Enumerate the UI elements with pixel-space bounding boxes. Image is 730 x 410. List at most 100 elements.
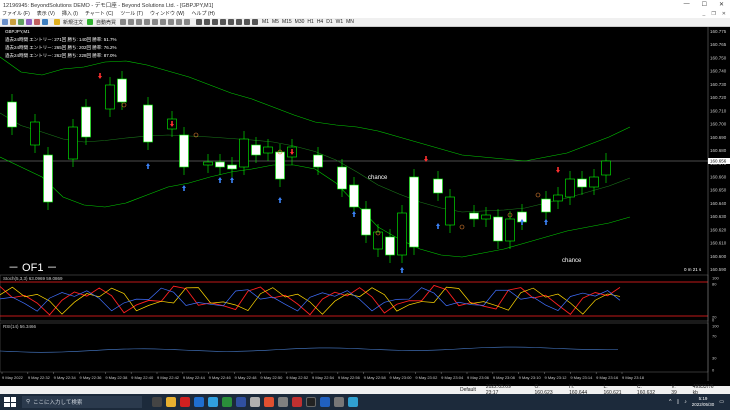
notification-icon[interactable]: ▭ [719,399,724,405]
buy-arrow-icon [146,163,150,169]
window-title: 12196945: BeyondSolutions DEMO - デモ口座 - … [3,2,214,9]
new-chart-icon[interactable] [2,19,8,25]
shift-icon[interactable] [176,19,183,25]
candle-body [493,216,503,242]
edge-icon[interactable] [208,397,218,407]
navigator-icon[interactable] [34,19,40,25]
price-chart[interactable]: 160.775 160.765 160.750 160.740 160.730 160.7… [0,27,730,381]
zoom-out-icon[interactable] [152,19,159,25]
chance-label: chance [562,258,582,264]
stochastic-subwindow[interactable] [0,274,709,322]
app-icon-red[interactable] [180,397,190,407]
app-icon-gray3[interactable] [334,397,344,407]
market-watch-icon[interactable] [18,19,24,25]
candle-body [68,126,78,160]
app-icon-gray2[interactable] [278,397,288,407]
timeframe-m1[interactable]: M1 [262,19,269,25]
main-chart-area[interactable] [0,56,708,273]
toolbar: 新規注文 自動売買 M1 M5 M15 M30 H1 H4 D1 W1 MN [0,18,730,27]
menu-insert[interactable]: 挿入 (I) [62,10,78,17]
buy-arrow-icon [400,267,405,273]
timeframe-m30[interactable]: M30 [295,19,305,25]
app-icon-red2[interactable] [292,397,302,407]
candle-chart-icon[interactable] [128,19,135,25]
timeframe-d1[interactable]: D1 [326,19,332,25]
time-label: 9 May 23:14 [570,375,593,380]
tray-chevron-icon[interactable]: ^ [669,399,671,405]
candle-body [589,176,599,188]
profiles-icon[interactable] [10,19,16,25]
auto-trade-button[interactable]: 自動売買 [96,19,116,26]
zoom-in-icon[interactable] [144,19,151,25]
menu-file[interactable]: ファイル (F) [2,10,30,17]
indicators-icon[interactable] [184,19,191,25]
menu-tools[interactable]: ツール (T) [120,10,143,17]
app-icon-blue[interactable] [194,397,204,407]
signal-dot-icon [121,102,127,108]
tile-icon[interactable] [160,19,167,25]
app-icon-green[interactable] [222,397,232,407]
candle-body [263,146,273,154]
crosshair-icon[interactable] [204,19,211,25]
bar-chart-icon[interactable] [120,19,127,25]
candle-body [337,166,347,190]
new-order-icon[interactable] [54,19,60,25]
windows-start-icon[interactable] [4,397,16,407]
menu-view[interactable]: 表示 (V) [37,10,55,17]
maximize-icon[interactable]: ☐ [702,1,707,8]
app-icon-navy[interactable] [236,397,246,407]
mt4-icon[interactable] [320,397,330,407]
task-view-icon[interactable] [152,397,162,407]
time-label: 9 May 22:58 [364,375,387,380]
cursor-icon[interactable] [196,19,203,25]
hline-icon[interactable] [220,19,227,25]
timeframe-m5[interactable]: M5 [272,19,279,25]
app-icon-dark[interactable] [306,397,316,407]
auto-trade-icon[interactable] [87,19,94,25]
rsi-subwindow[interactable] [0,322,709,373]
time-label: 9 May 23:18 [622,375,645,380]
candle-body [553,194,563,202]
autoscroll-icon[interactable] [168,19,175,25]
signal-dot-icon [535,192,541,198]
timeframe-h4[interactable]: H4 [317,19,323,25]
explorer-icon[interactable] [166,397,176,407]
data-window-icon[interactable] [26,19,32,25]
menu-help[interactable]: ヘルプ (H) [191,10,214,17]
line-chart-icon[interactable] [136,19,143,25]
timeframe-h1[interactable]: H1 [307,19,313,25]
network-icon[interactable]: ▯ [676,399,679,405]
child-restore-icon[interactable]: ❐ [711,11,715,17]
fibo-icon[interactable] [244,19,251,25]
status-profile: Default [460,387,476,393]
new-order-button[interactable]: 新規注文 [63,19,83,26]
taskbar-search[interactable]: ⚲ ここに入力して検索 [22,396,142,408]
channel-icon[interactable] [236,19,243,25]
menu-chart[interactable]: チャート (C) [85,10,113,17]
clock[interactable]: 5:19 2022/05/30 [692,396,715,408]
vline-icon[interactable] [212,19,219,25]
timeframe-mn[interactable]: MN [346,19,354,25]
candle-body [215,161,225,168]
price-label: 160.620 [710,227,727,232]
trendline-icon[interactable] [228,19,235,25]
app-icon-gray[interactable] [250,397,260,407]
price-label: 160.700 [710,122,727,127]
candle-body [433,178,443,194]
terminal-icon[interactable] [42,19,48,25]
volume-icon[interactable]: ♪ [684,399,687,405]
timeframe-m15[interactable]: M15 [282,19,292,25]
menu-bar: ファイル (F) 表示 (V) 挿入 (I) チャート (C) ツール (T) … [0,9,730,18]
sell-arrow-icon [556,167,560,173]
minimize-icon[interactable]: — [684,1,690,8]
price-label: 160.775 [710,29,727,34]
app-icon-cyan[interactable] [348,397,358,407]
close-icon[interactable]: ✕ [719,1,724,8]
menu-window[interactable]: ウィンドウ (W) [150,10,184,17]
app-icon-orange[interactable] [264,397,274,407]
price-label: 160.680 [710,148,727,153]
timeframe-w1[interactable]: W1 [336,19,344,25]
text-icon[interactable] [252,19,259,25]
child-minimize-icon[interactable]: _ [703,11,706,17]
child-close-icon[interactable]: ✕ [722,11,726,17]
